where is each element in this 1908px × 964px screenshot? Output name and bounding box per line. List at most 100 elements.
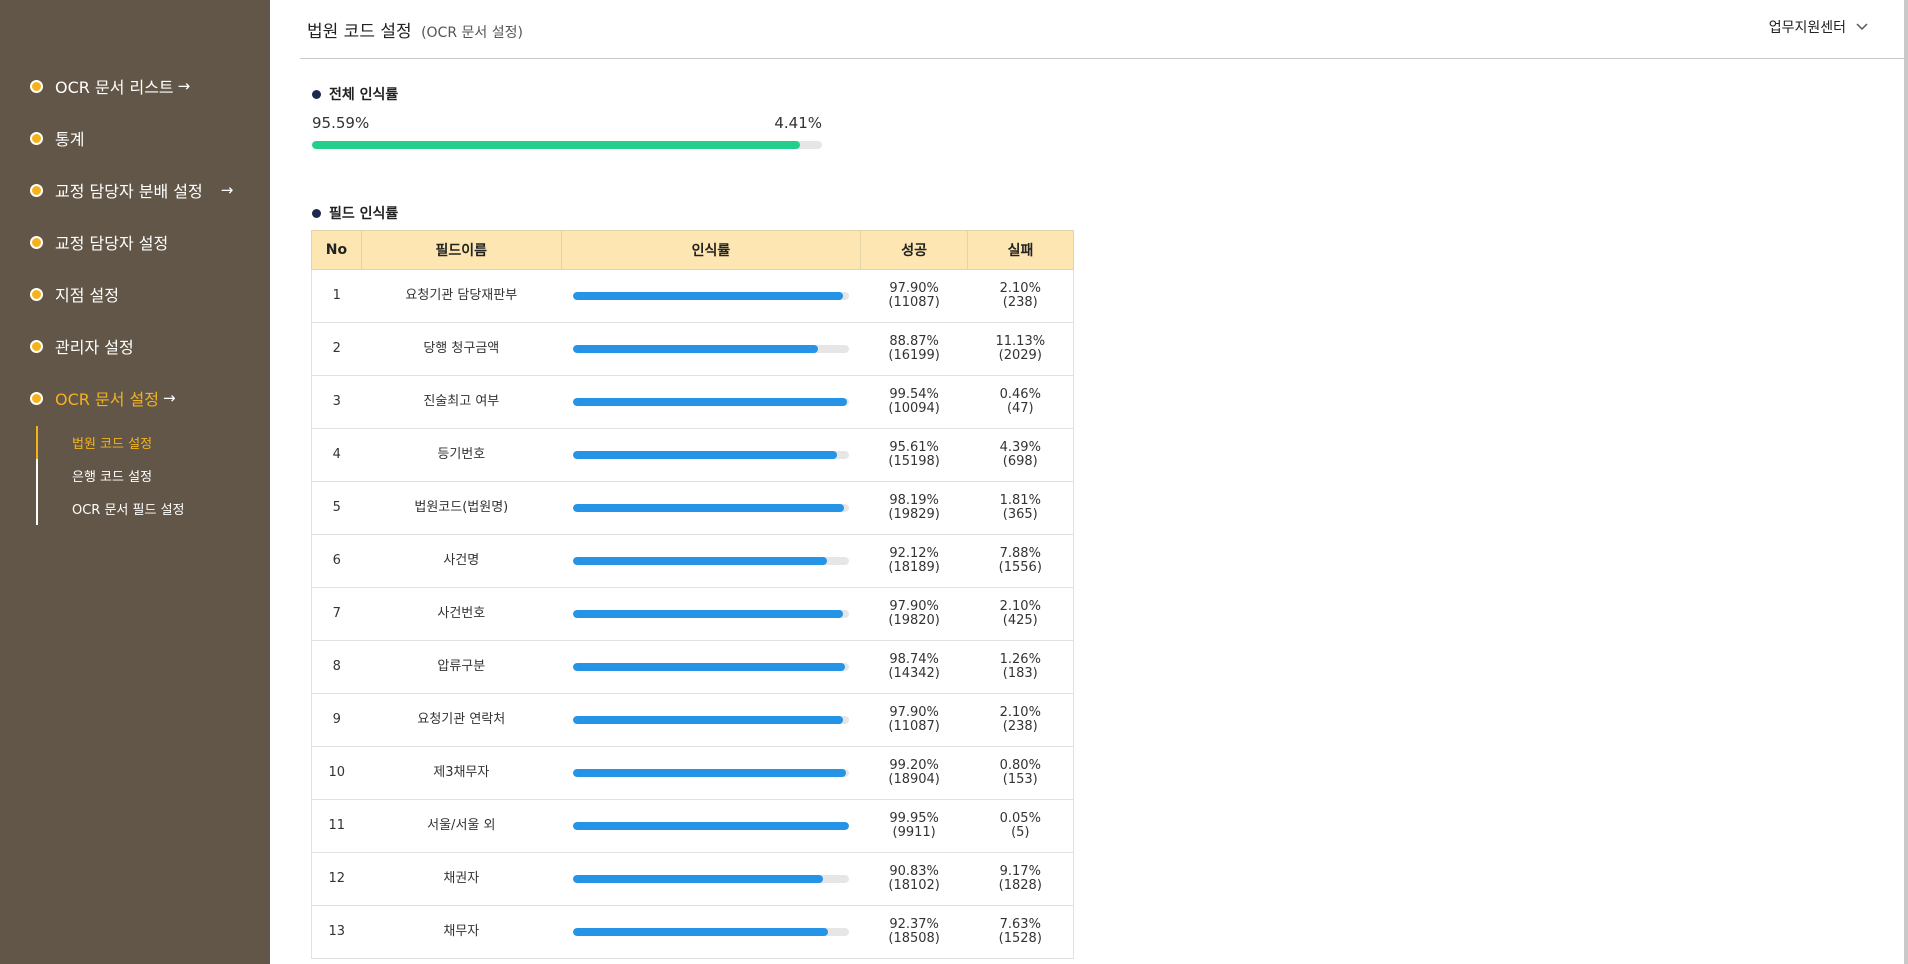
fail-count: (425) (1002, 613, 1038, 628)
fail-pct: 2.10% (999, 705, 1041, 721)
success-pct: 97.90% (889, 705, 939, 721)
row-no: 4 (311, 428, 362, 482)
fail-pct: 2.10% (999, 281, 1041, 297)
success-pct: 92.12% (889, 546, 939, 562)
rate-bar-fill (573, 504, 844, 512)
row-no: 2 (311, 322, 362, 376)
success-count: (15198) (888, 454, 940, 469)
row-field-name: 사건명 (361, 534, 562, 588)
rate-bar-track (573, 663, 849, 671)
overall-title-text: 전체 인식률 (329, 87, 399, 103)
sidebar-item[interactable]: OCR 문서 설정 → (0, 372, 270, 424)
col-header-rate: 인식률 (560, 230, 862, 270)
rate-bar-track (573, 557, 849, 565)
table-row: 4 등기번호 95.61% (15198) 4.39% (698) (311, 428, 1074, 482)
fail-count: (1828) (998, 878, 1042, 893)
active-indicator (36, 426, 38, 459)
success-pct: 99.20% (889, 758, 939, 774)
fail-count: (5) (1011, 825, 1030, 840)
overall-fail-label: 4.41% (774, 114, 822, 132)
sidebar-subitem[interactable]: 은행 코드 설정 (72, 459, 270, 492)
success-pct: 98.19% (889, 493, 939, 509)
success-pct: 97.90% (889, 599, 939, 615)
row-success: 97.90% (11087) (860, 693, 968, 747)
chevron-down-icon (1856, 20, 1868, 34)
rate-bar-fill (573, 716, 843, 724)
success-count: (14342) (888, 666, 940, 681)
rate-bar-track (573, 928, 849, 936)
fail-count: (238) (1002, 295, 1038, 310)
row-fail: 4.39% (698) (967, 428, 1074, 482)
row-no: 12 (311, 852, 362, 906)
sidebar-subitem[interactable]: OCR 문서 필드 설정 (72, 492, 270, 525)
fail-count: (365) (1002, 507, 1038, 522)
sidebar-item[interactable]: 교정 담당자 설정 (0, 216, 270, 268)
row-rate (561, 481, 861, 535)
row-no: 3 (311, 375, 362, 429)
page-title: 법원 코드 설정 (OCR 문서 설정) (307, 17, 523, 42)
sidebar-item[interactable]: 관리자 설정 (0, 320, 270, 372)
success-pct: 90.83% (889, 864, 939, 880)
table-row: 10 제3채무자 99.20% (18904) 0.80% (153) (311, 746, 1074, 800)
arrow-right-icon: → (177, 77, 191, 95)
row-rate (561, 905, 861, 959)
table-row: 2 당행 청구금액 88.87% (16199) 11.13% (2029) (311, 322, 1074, 376)
rate-bar-track (573, 398, 849, 406)
arrow-right-icon: → (162, 389, 176, 407)
row-success: 92.37% (18508) (860, 905, 968, 959)
support-center-dropdown[interactable]: 업무지원센터 (1769, 17, 1868, 37)
rate-bar-fill (573, 822, 849, 830)
fail-pct: 1.81% (999, 493, 1041, 509)
row-no: 7 (311, 587, 362, 641)
success-pct: 88.87% (889, 334, 939, 350)
bullet-icon (30, 339, 43, 353)
success-count: (18189) (888, 560, 940, 575)
table-row: 11 서울/서울 외 99.95% (9911) 0.05% (5) (311, 799, 1074, 853)
success-count: (18102) (888, 878, 940, 893)
rate-bar-fill (573, 610, 843, 618)
row-field-name: 진술최고 여부 (361, 375, 562, 429)
table-row: 8 압류구분 98.74% (14342) 1.26% (183) (311, 640, 1074, 694)
row-success: 90.83% (18102) (860, 852, 968, 906)
fail-count: (183) (1002, 666, 1038, 681)
sidebar-item-label: 지점 설정 (55, 286, 119, 305)
fail-count: (2029) (998, 348, 1042, 363)
rate-bar-fill (573, 928, 828, 936)
fields-section-title: 필드 인식률 (312, 203, 398, 223)
col-header-fail: 실패 (967, 230, 1074, 270)
fail-pct: 0.80% (999, 758, 1041, 774)
row-no: 13 (311, 905, 362, 959)
sidebar-item[interactable]: 통계 (0, 112, 270, 164)
row-no: 11 (311, 799, 362, 853)
scrollbar[interactable] (1904, 0, 1908, 964)
page-subtitle: (OCR 문서 설정) (421, 25, 523, 41)
row-success: 92.12% (18189) (860, 534, 968, 588)
row-success: 97.90% (11087) (860, 269, 968, 323)
bullet-icon (30, 79, 43, 93)
fail-pct: 7.63% (999, 917, 1041, 933)
row-fail: 7.63% (1528) (967, 905, 1074, 959)
overall-progress-track (312, 141, 822, 149)
fail-count: (1556) (998, 560, 1042, 575)
table-row: 5 법원코드(법원명) 98.19% (19829) 1.81% (365) (311, 481, 1074, 535)
fail-count: (698) (1002, 454, 1038, 469)
row-no: 5 (311, 481, 362, 535)
sidebar-subnav: 법원 코드 설정 은행 코드 설정 OCR 문서 필드 설정 (36, 426, 270, 525)
success-pct: 97.90% (889, 281, 939, 297)
sidebar-item[interactable]: OCR 문서 리스트 → (0, 60, 270, 112)
rate-bar-track (573, 875, 849, 883)
fail-pct: 7.88% (999, 546, 1041, 562)
row-field-name: 당행 청구금액 (361, 322, 562, 376)
success-count: (11087) (888, 719, 940, 734)
col-header-no: No (311, 230, 362, 270)
sidebar-item[interactable]: 지점 설정 (0, 268, 270, 320)
success-count: (16199) (888, 348, 940, 363)
sidebar-item[interactable]: 교정 담당자 분배 설정 → (0, 164, 270, 216)
row-fail: 0.80% (153) (967, 746, 1074, 800)
fail-pct: 4.39% (999, 440, 1041, 456)
row-fail: 7.88% (1556) (967, 534, 1074, 588)
rate-bar-track (573, 716, 849, 724)
sidebar-subitem[interactable]: 법원 코드 설정 (72, 426, 270, 459)
table-row: 7 사건번호 97.90% (19820) 2.10% (425) (311, 587, 1074, 641)
sidebar: OCR 문서 리스트 → 통계 교정 담당자 분배 설정 → 교정 담당자 설정지점 설정… (0, 0, 270, 964)
